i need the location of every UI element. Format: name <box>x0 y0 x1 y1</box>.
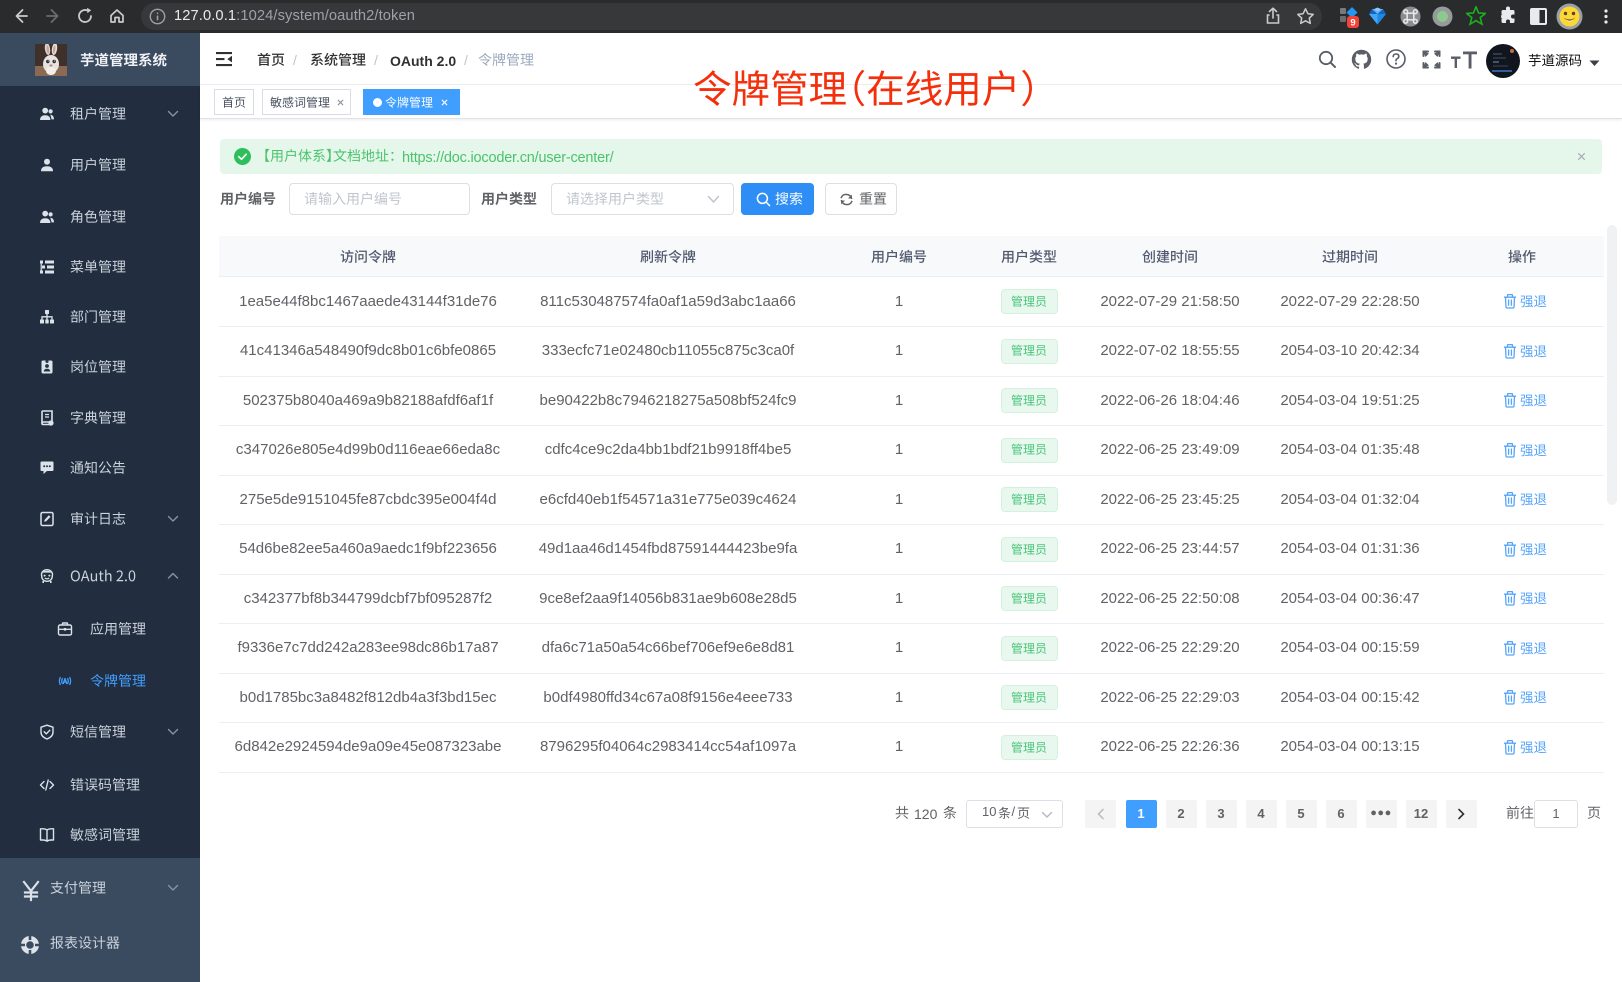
svg-text:9: 9 <box>1350 18 1355 29</box>
